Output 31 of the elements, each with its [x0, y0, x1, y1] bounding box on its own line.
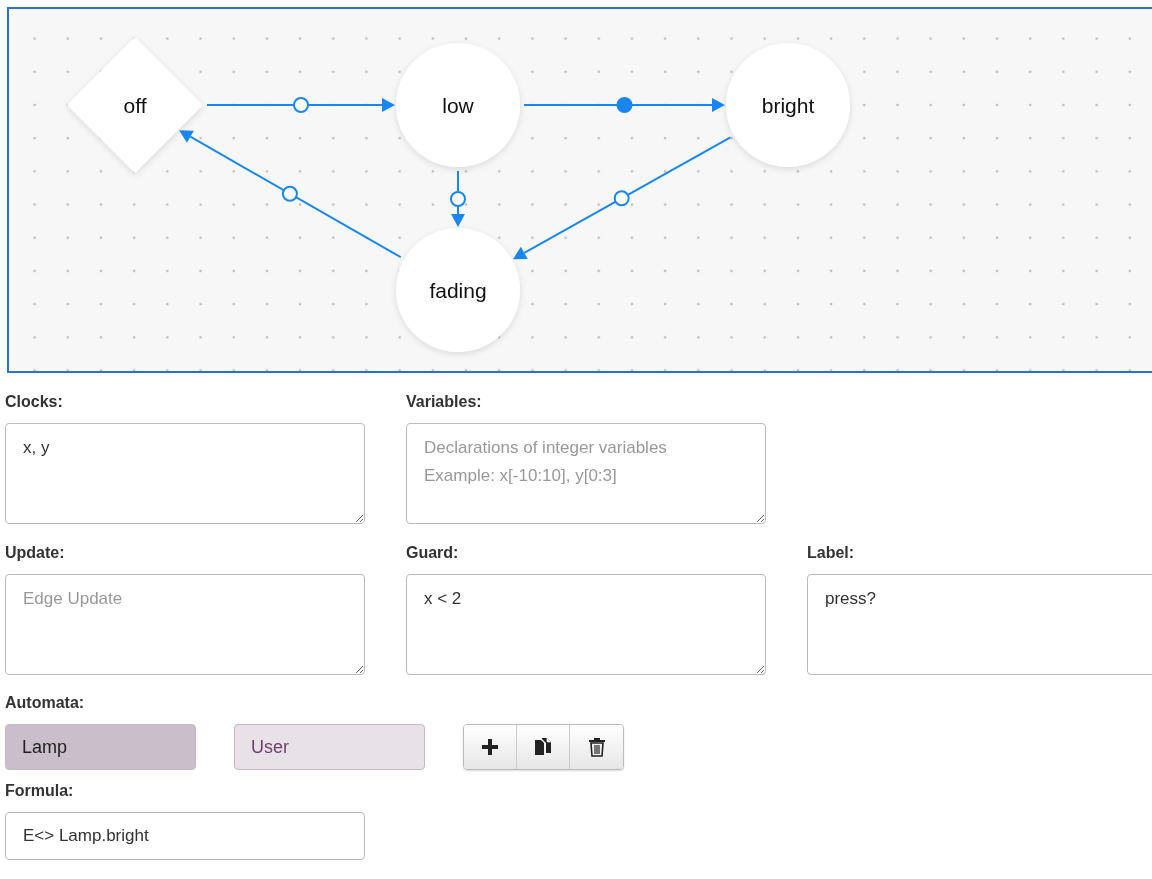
automaton-item[interactable]: Lamp [5, 724, 196, 770]
field-label: Variables: [406, 392, 482, 412]
delete-button[interactable] [570, 725, 623, 769]
field-label: Update: [5, 542, 65, 563]
copy-button[interactable] [517, 725, 570, 769]
guard-field[interactable]: x < 2 [406, 573, 766, 675]
formula-field[interactable]: E<> Lamp.bright [5, 812, 365, 860]
clocks-field[interactable]: x, y [5, 423, 365, 524]
automata-label: Automata: [5, 693, 85, 713]
label-field[interactable]: press? [807, 573, 1152, 675]
update-field[interactable]: Edge Update [5, 573, 365, 675]
transition-arrow[interactable] [512, 136, 732, 260]
state-node[interactable]: off [67, 37, 203, 173]
plus-icon [481, 738, 499, 756]
transition-arrow[interactable] [450, 170, 466, 227]
copy-icon [533, 737, 553, 757]
field-label: Guard: [406, 542, 459, 563]
trash-icon [587, 737, 606, 757]
state-node[interactable]: bright [726, 43, 850, 167]
transition-arrow[interactable] [206, 97, 395, 113]
state-node[interactable]: low [396, 43, 520, 167]
state-node[interactable]: fading [396, 228, 520, 352]
transition-arrow[interactable] [179, 130, 402, 259]
field-label: Clocks: [5, 392, 63, 412]
diagram-canvas[interactable]: off low bright fading [7, 7, 1152, 373]
field-label: Label: [807, 542, 855, 563]
transition-arrow[interactable] [523, 97, 725, 113]
variables-field[interactable]: Declarations of integer variables Example: x[-10:10], y[0:3] [406, 423, 766, 524]
automaton-item[interactable]: User [234, 724, 425, 770]
formula-label: Formula: [5, 781, 74, 801]
add-button[interactable] [464, 725, 517, 769]
